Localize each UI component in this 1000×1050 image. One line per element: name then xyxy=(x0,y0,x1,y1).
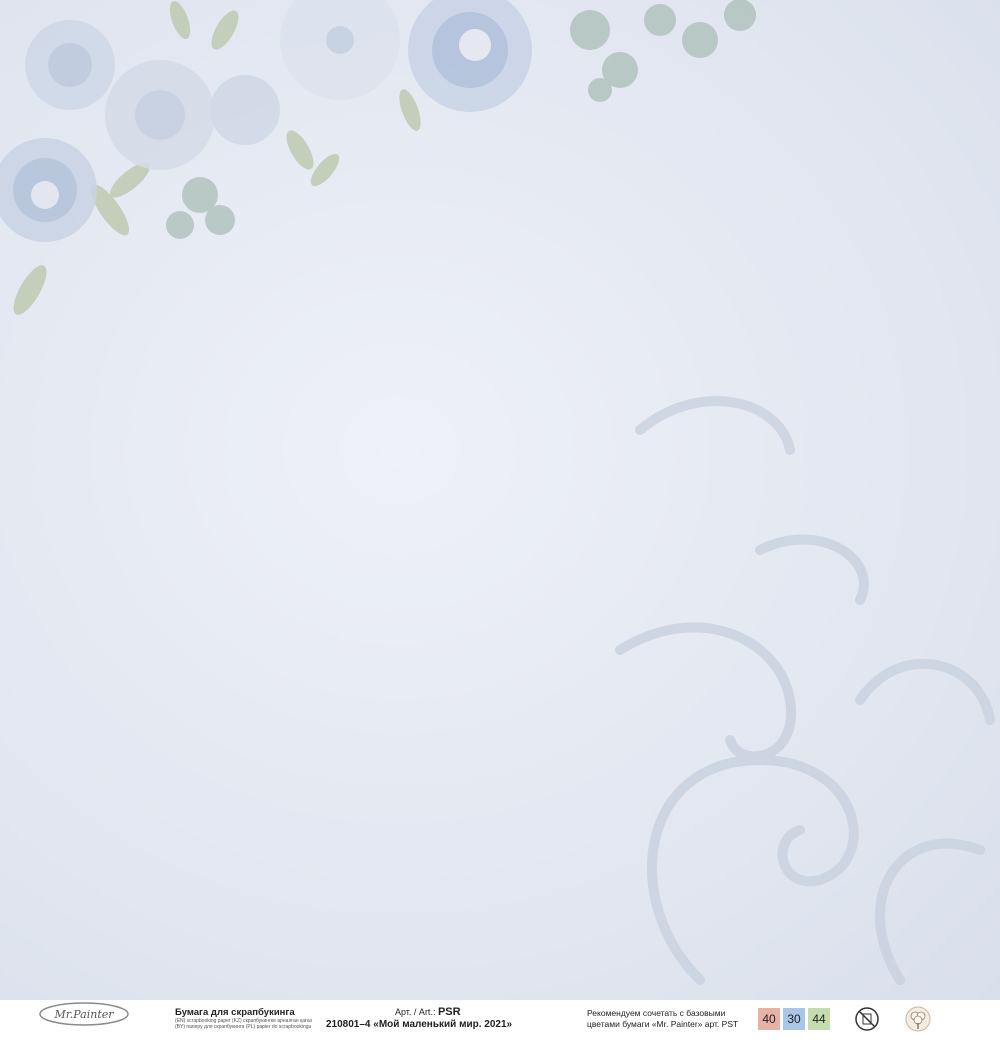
product-line: 210801–4 «Мой маленький мир. 2021» xyxy=(326,1019,513,1030)
scrapbook-paper xyxy=(0,0,1000,1000)
recommendation-line: цветами бумаги «Mr. Painter» арт. PST xyxy=(587,1019,739,1029)
brand-logo-text: Mr.Painter xyxy=(53,1008,114,1021)
paper-subtitle: (EN) scrapbooking paper (KZ) скрапбукинг… xyxy=(175,1018,325,1030)
article-prefix: Арт. / Art.: xyxy=(395,1007,436,1017)
swatch-44: 44 xyxy=(808,1008,830,1030)
no-acid-icon xyxy=(855,1007,879,1031)
article-code: PSR xyxy=(437,1006,461,1018)
paper-subtitle-line: (BY) паперу для скрапбукинга (PL) papier… xyxy=(175,1024,312,1030)
floral-decoration xyxy=(0,0,995,985)
brand-logo: Mr.Painter xyxy=(39,1002,129,1026)
article-line: Арт. / Art.: PSR xyxy=(395,1006,461,1018)
swatch-40: 40 xyxy=(758,1008,780,1030)
recommendation: Рекомендуем сочетать с базовыми цветами … xyxy=(587,1008,767,1030)
swatch-30: 30 xyxy=(783,1008,805,1030)
paper-title: Бумага для скрапбукинга xyxy=(175,1007,295,1018)
cotton-icon xyxy=(905,1006,931,1032)
recommendation-line: Рекомендуем сочетать с базовыми xyxy=(587,1008,726,1018)
